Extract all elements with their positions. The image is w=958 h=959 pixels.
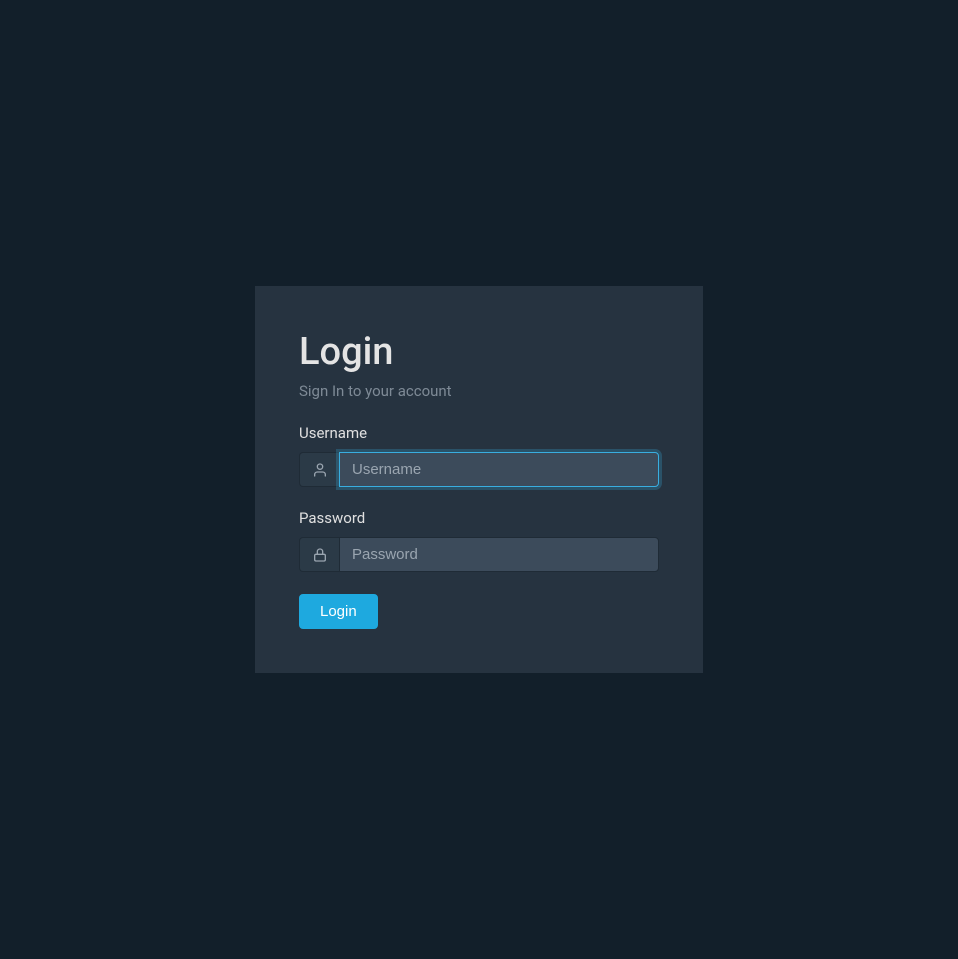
user-icon xyxy=(299,452,339,487)
password-input-group xyxy=(299,537,659,572)
password-input[interactable] xyxy=(339,537,659,572)
login-card: Login Sign In to your account Username P… xyxy=(255,286,703,673)
page-title: Login xyxy=(299,330,659,374)
login-button[interactable]: Login xyxy=(299,594,378,629)
username-input[interactable] xyxy=(339,452,659,487)
username-label: Username xyxy=(299,424,659,442)
password-label: Password xyxy=(299,509,659,527)
lock-icon xyxy=(299,537,339,572)
username-input-group xyxy=(299,452,659,487)
page-subtitle: Sign In to your account xyxy=(299,382,659,400)
